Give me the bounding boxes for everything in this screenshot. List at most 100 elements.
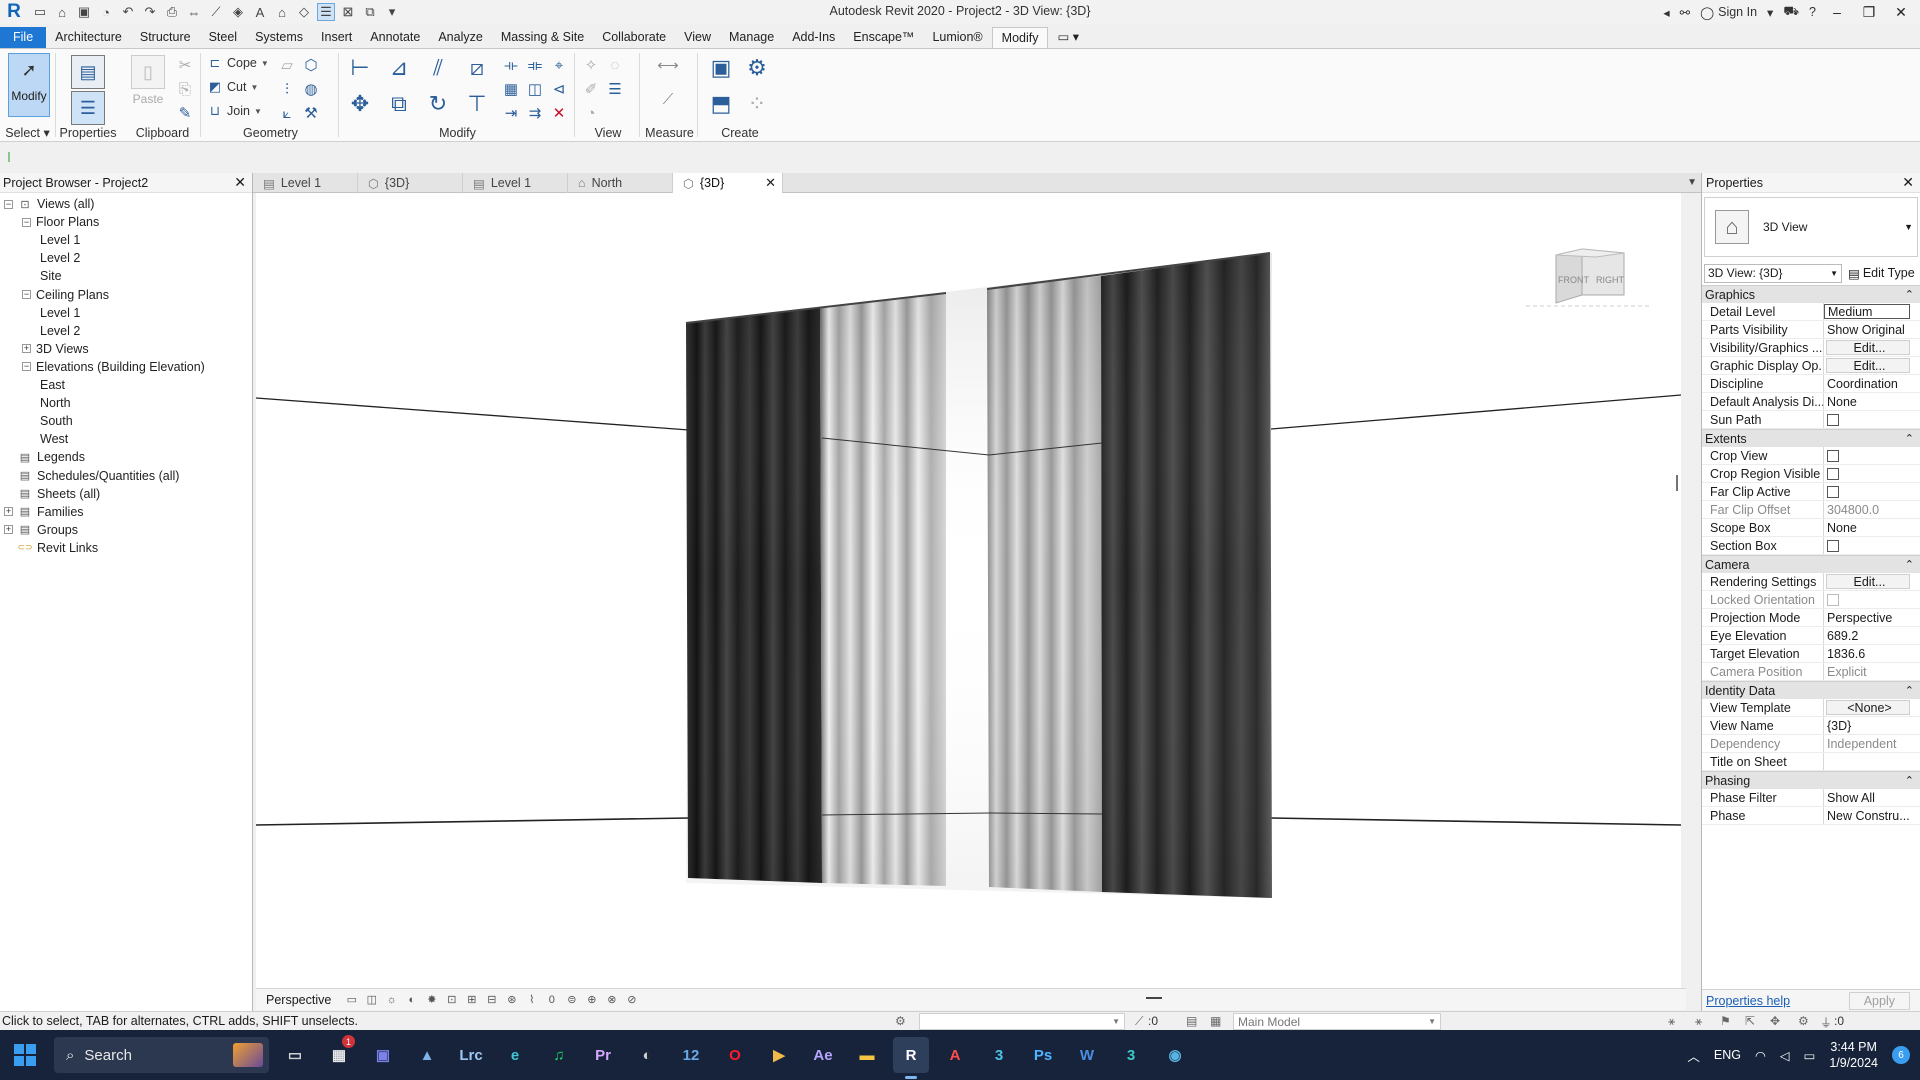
reveal-hidden-icon[interactable]: ⌇ (524, 993, 539, 1007)
paste-button[interactable]: ▯ Paste (131, 55, 165, 106)
tree-item-sheets-all[interactable]: ▤ Sheets (all) (4, 485, 100, 503)
split-face-icon[interactable]: ▱ (277, 55, 297, 75)
type-properties-button[interactable]: ▤ (71, 55, 105, 92)
property-edit-button[interactable]: Edit... (1826, 340, 1910, 355)
analysis-icon[interactable]: 0 (544, 993, 559, 1007)
select-pinned-icon[interactable]: ⚑ (1720, 1014, 1731, 1028)
property-checkbox[interactable] (1827, 414, 1839, 426)
offset-icon[interactable]: ⊿ (384, 53, 414, 83)
property-edit-button[interactable]: <None> (1826, 700, 1910, 715)
property-value[interactable]: Coordination (1824, 375, 1920, 392)
drag-on-selection-icon[interactable]: ✥ (1770, 1014, 1780, 1028)
copy-icon[interactable]: ⧉ (384, 89, 414, 119)
view-tab-north[interactable]: ⌂ North (568, 173, 673, 193)
cut-clipboard-icon[interactable]: ✂ (175, 55, 195, 75)
tree-item-ceiling-plans[interactable]: − Ceiling Plans (22, 286, 109, 304)
view-tab-3d[interactable]: ⬡ {3D} ✕ (673, 173, 783, 193)
property-value[interactable]: None (1824, 393, 1920, 410)
ribbon-tab-lumion[interactable]: Lumion® (923, 27, 991, 48)
visual-style-icon[interactable]: ◫ (364, 993, 379, 1007)
array-icon[interactable]: ▦ (501, 79, 521, 99)
disk-app-icon[interactable]: ◐ (629, 1037, 665, 1073)
trim-extend-single-icon[interactable]: ⇥ (501, 103, 521, 123)
pin-icon[interactable]: ⊲ (549, 79, 569, 99)
section-icon[interactable]: ◇ (295, 3, 313, 21)
file-explorer-app-icon[interactable]: ▬ (849, 1037, 885, 1073)
tree-item-views-all[interactable]: − ⊡ Views (all) (4, 195, 94, 213)
3d-scene[interactable]: FRONT RIGHT (256, 193, 1681, 988)
open-icon[interactable]: ▭ (31, 3, 49, 21)
default-3d-view-icon[interactable]: ⌂ (273, 3, 291, 21)
split-element-icon[interactable]: ⟛ (501, 55, 521, 75)
3dsmax-app-2-icon[interactable]: 3 (1113, 1037, 1149, 1073)
properties-help-link[interactable]: Properties help (1706, 994, 1790, 1008)
spotify-app-icon[interactable]: ♫ (541, 1037, 577, 1073)
property-value[interactable]: Show Original (1824, 321, 1920, 338)
type-selector-dropdown-icon[interactable]: ▼ (1904, 222, 1913, 232)
switch-windows-icon[interactable]: ⧉ (361, 3, 379, 21)
view-tabs-menu-icon[interactable]: ▼ (1687, 177, 1697, 188)
instance-selector[interactable]: 3D View: {3D} ▼ (1704, 263, 1842, 283)
binoculars-icon[interactable]: ⚯ (1680, 5, 1690, 20)
view-hide-icon[interactable]: ◌ (605, 55, 625, 75)
property-value[interactable]: 689.2 (1824, 627, 1920, 644)
wifi-icon[interactable]: ◠ (1755, 1048, 1766, 1063)
premiere-pro-app-icon[interactable]: Pr (585, 1037, 621, 1073)
3dsmax-app-icon[interactable]: 3 (981, 1037, 1017, 1073)
collapse-icon[interactable]: − (22, 362, 31, 372)
match-properties-icon[interactable]: ✎ (175, 103, 195, 123)
tree-item-level-2[interactable]: Level 2 (40, 249, 80, 267)
highlight-displacement-icon[interactable]: ⊕ (584, 993, 599, 1007)
property-value[interactable]: Show All (1824, 789, 1920, 806)
tree-item-elevations-building-elevation[interactable]: − Elevations (Building Elevation) (22, 358, 205, 376)
tray-overflow-icon[interactable]: ︿ (1687, 1046, 1700, 1065)
property-value[interactable]: Perspective (1824, 609, 1920, 626)
edge-app-icon[interactable]: e (497, 1037, 533, 1073)
undo-icon[interactable]: ↶ (119, 3, 137, 21)
close-window-icon[interactable]: ✕ (1890, 4, 1912, 21)
select-by-face-icon[interactable]: ⇱ (1745, 1014, 1755, 1028)
tag-icon[interactable]: ◈ (229, 3, 247, 21)
paint-brush-icon[interactable]: ⚒ (301, 103, 321, 123)
detail-level-icon[interactable]: ▭ (344, 993, 359, 1007)
close-properties-icon[interactable]: ✕ (1902, 174, 1914, 191)
minimize-icon[interactable]: – (1826, 4, 1848, 20)
join-button[interactable]: ⊔ Join ▼ (207, 103, 262, 119)
property-value[interactable]: New Constru... (1824, 807, 1920, 824)
collapse-icon[interactable]: − (4, 199, 13, 209)
override-graphics-icon[interactable]: ✧ (581, 55, 601, 75)
ribbon-tab-structure[interactable]: Structure (131, 27, 200, 48)
reveal-constraints-icon[interactable]: ⊗ (604, 993, 619, 1007)
trim-extend-corner-icon[interactable]: ⊤ (462, 89, 492, 119)
view-cube[interactable]: FRONT RIGHT (1526, 248, 1651, 307)
properties-button[interactable]: ☰ (71, 91, 105, 128)
create-similar-icon[interactable]: ⁘ (742, 89, 772, 119)
view-tab-level-1[interactable]: ▤ Level 1 (253, 173, 358, 193)
task-view-icon[interactable]: ▭ (277, 1037, 313, 1073)
tree-item-south[interactable]: South (40, 412, 73, 430)
ribbon-tab-view[interactable]: View (675, 27, 720, 48)
customize-qat-icon[interactable]: ▾ (383, 3, 401, 21)
edit-type-button[interactable]: ▤ Edit Type (1848, 266, 1915, 281)
tree-item-revit-links[interactable]: ⊂⊃ Revit Links (4, 539, 98, 557)
mirror-pick-axis-icon[interactable]: ⫽ (423, 53, 453, 83)
hide-analytical-icon[interactable]: ⊘ (624, 993, 639, 1007)
collapse-group-icon[interactable]: ⌃ (1905, 288, 1914, 301)
ribbon-tab-annotate[interactable]: Annotate (361, 27, 429, 48)
sign-in-button[interactable]: ◯ Sign In (1700, 5, 1757, 20)
ribbon-tab-file[interactable]: File (0, 27, 47, 48)
copy-clipboard-icon[interactable]: ⎘ (175, 79, 195, 99)
media-player-app-icon[interactable]: ▶ (761, 1037, 797, 1073)
search-arrow-icon[interactable]: ◂ (1663, 5, 1669, 20)
temporary-hide-icon[interactable]: ⊛ (504, 993, 519, 1007)
start-button[interactable] (0, 1030, 50, 1080)
paint-view-icon[interactable]: ◔ (581, 103, 601, 123)
ribbon-tab-add-ins[interactable]: Add-Ins (783, 27, 844, 48)
revit-app-icon[interactable]: R (893, 1037, 929, 1079)
property-checkbox[interactable] (1827, 486, 1839, 498)
tree-item-schedules-quantities-all[interactable]: ▤ Schedules/Quantities (all) (4, 467, 180, 485)
scale-icon[interactable]: ◫ (525, 79, 545, 99)
text-icon[interactable]: A (251, 3, 269, 21)
tree-item-level-1[interactable]: Level 1 (40, 304, 80, 322)
move-icon[interactable]: ✥ (345, 89, 375, 119)
